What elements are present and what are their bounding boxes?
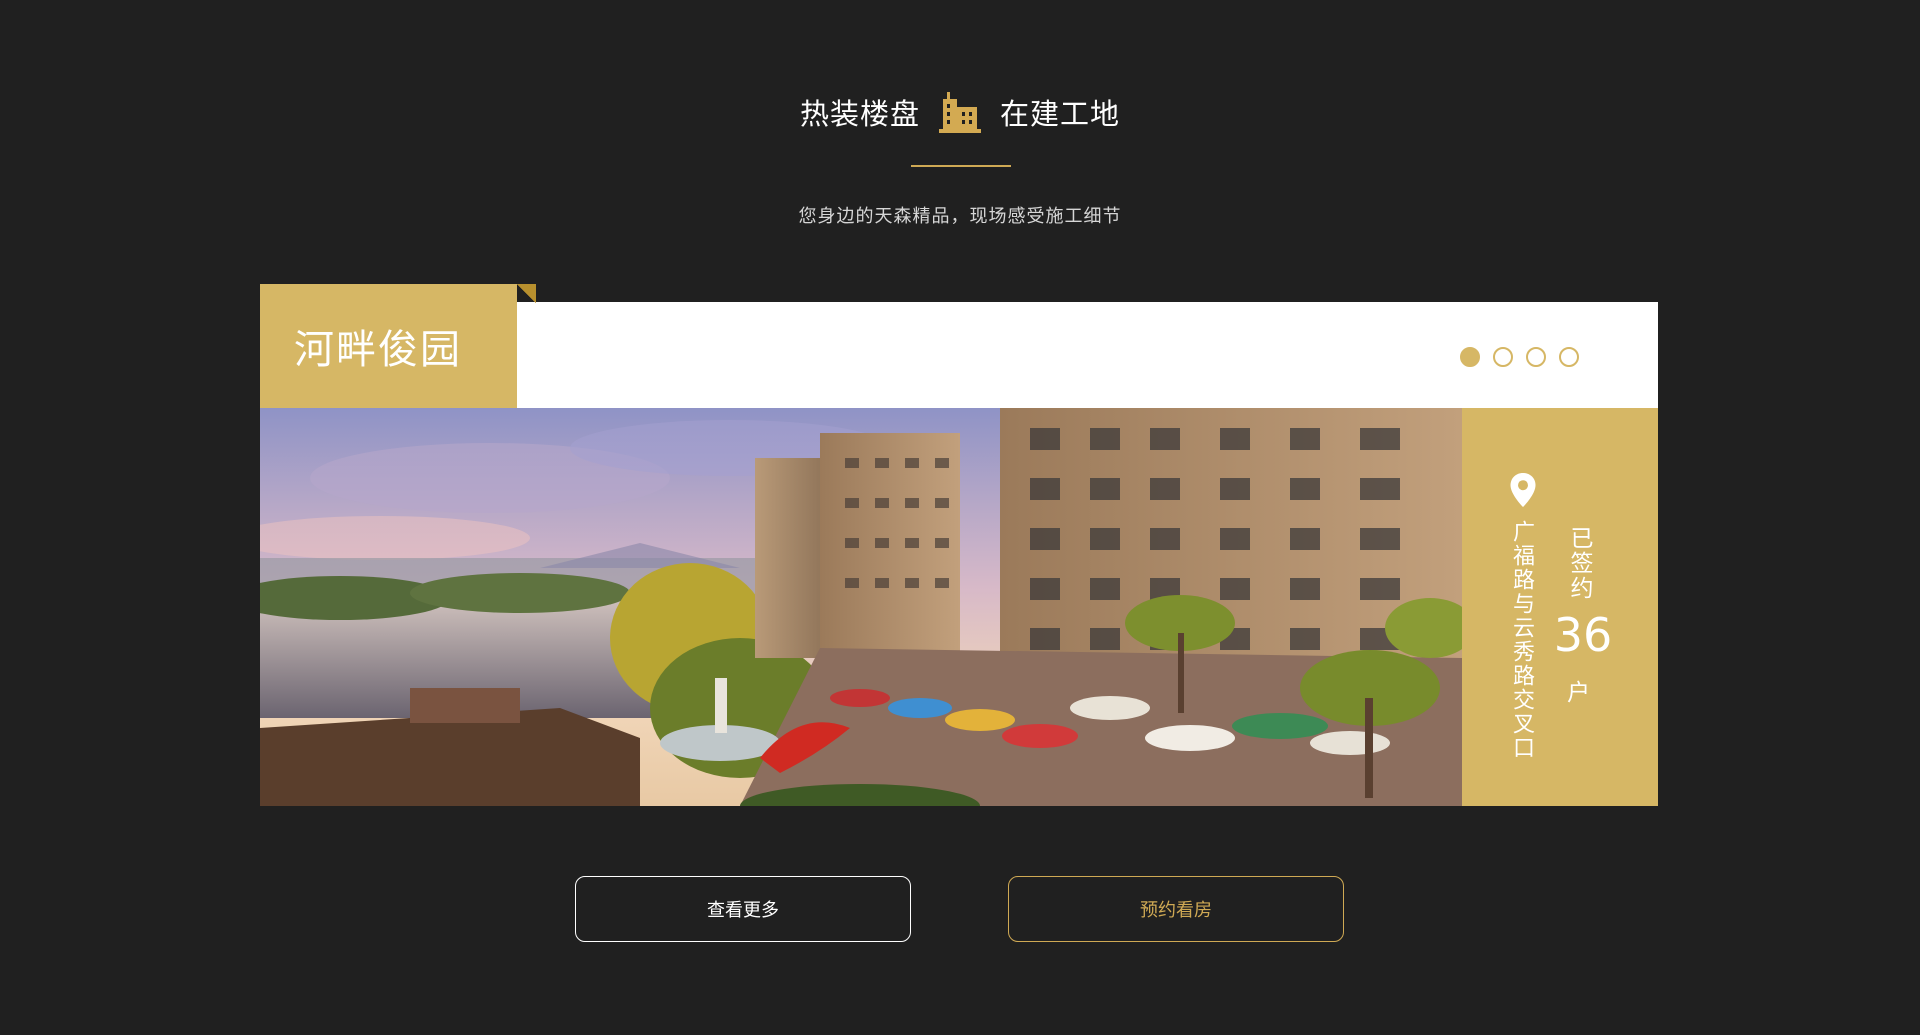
tab-hot-decoration[interactable]: 热装楼盘 — [800, 91, 920, 133]
project-name-tab: 河畔俊园 — [260, 284, 517, 408]
view-more-button[interactable]: 查看更多 — [575, 876, 911, 942]
carousel-dot-3[interactable] — [1526, 347, 1546, 367]
carousel-dot-1[interactable] — [1460, 347, 1480, 367]
tab-under-construction[interactable]: 在建工地 — [1000, 91, 1120, 133]
tab-fold-corner — [517, 284, 536, 303]
project-name: 河畔俊园 — [294, 327, 462, 373]
project-info-panel — [1462, 408, 1658, 806]
carousel-indicators — [1460, 347, 1579, 367]
project-address: 广福路与云秀路交叉口 — [1509, 520, 1534, 760]
project-rendering-image — [260, 408, 1462, 806]
section-subtitle: 您身边的天森精品，现场感受施工细节 — [798, 206, 1122, 227]
book-viewing-button[interactable]: 预约看房 — [1008, 876, 1344, 942]
section-header: 热装楼盘 在建工地 — [0, 84, 1920, 140]
building-icon — [939, 92, 981, 133]
map-pin-icon — [1510, 473, 1536, 507]
title-underline — [911, 165, 1011, 167]
signed-unit: 户 — [1567, 680, 1590, 706]
carousel-dot-2[interactable] — [1493, 347, 1513, 367]
signed-count: 36 — [1553, 608, 1613, 662]
carousel-dot-4[interactable] — [1559, 347, 1579, 367]
signed-label: 已签约 — [1566, 526, 1592, 601]
